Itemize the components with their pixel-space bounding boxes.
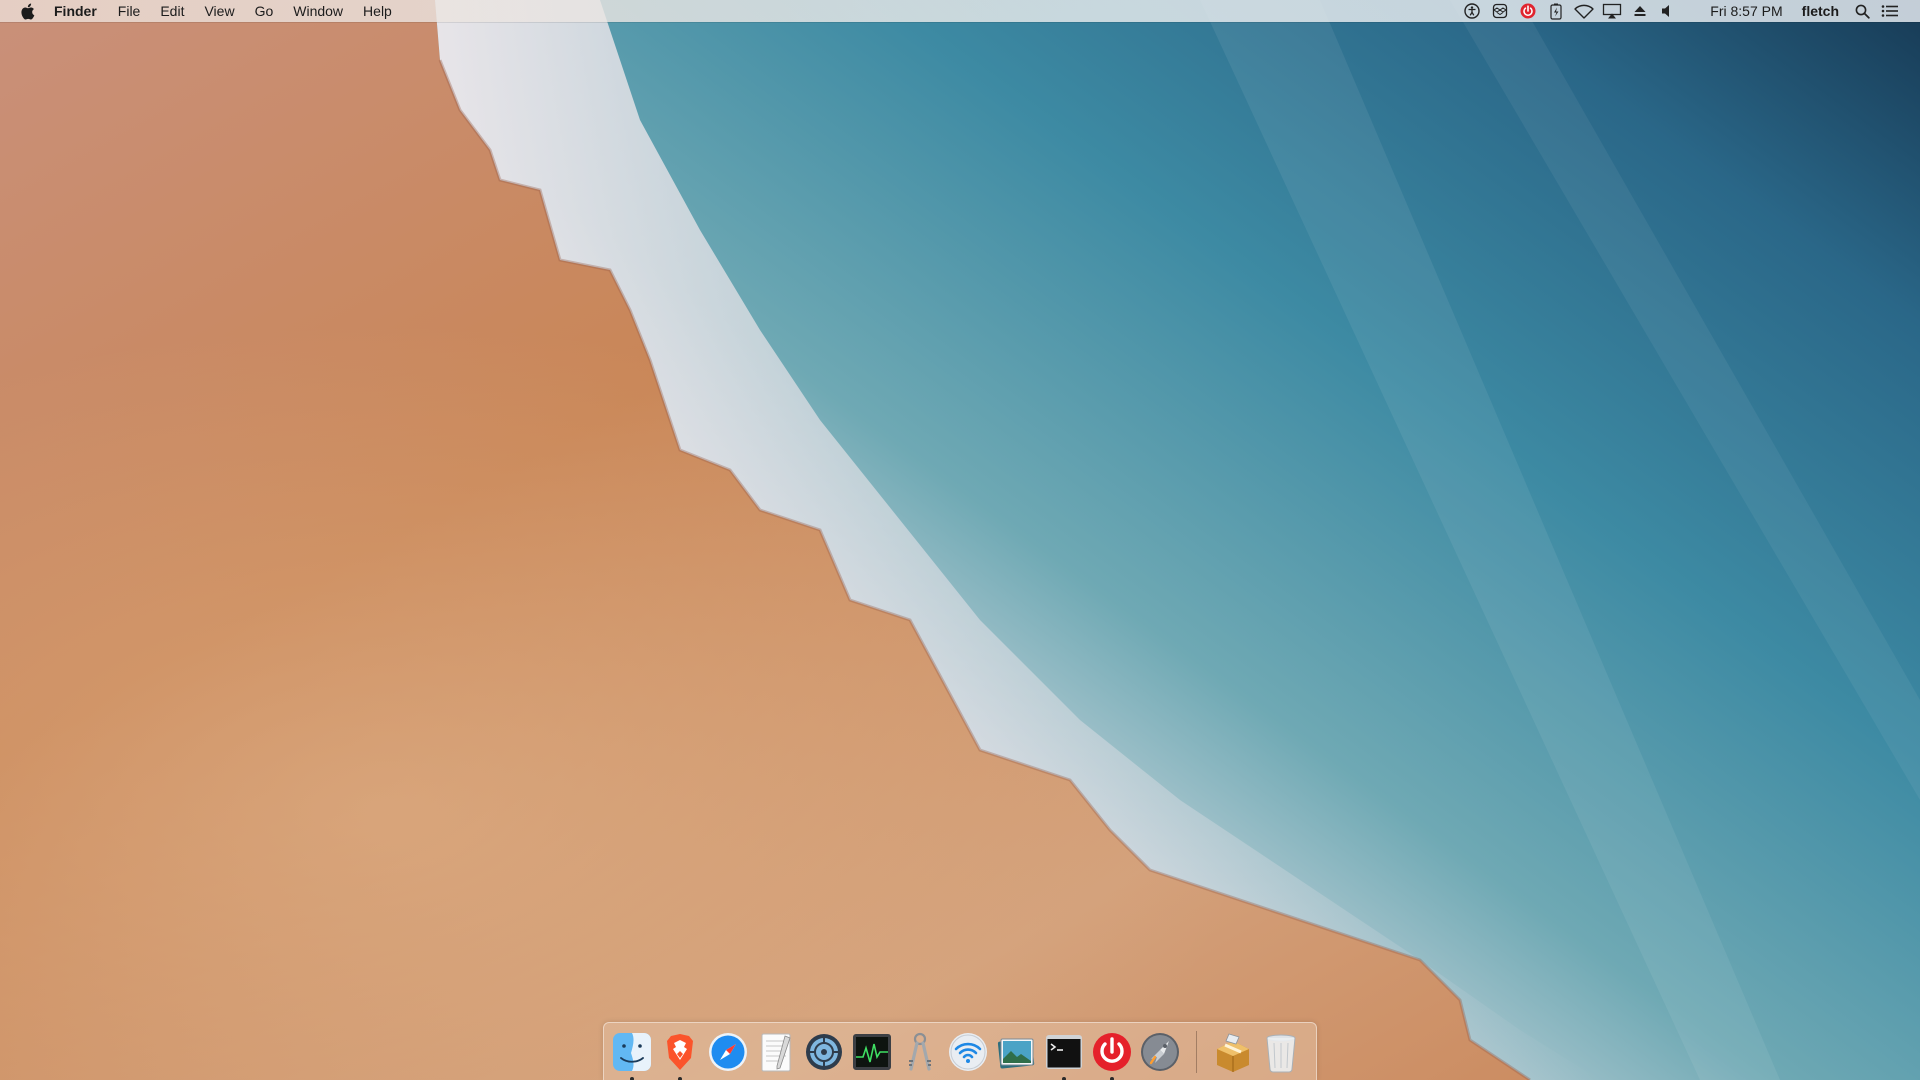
wifi-icon[interactable] bbox=[1574, 2, 1594, 20]
battery-charging-icon[interactable] bbox=[1546, 2, 1566, 20]
installer-package-icon bbox=[1217, 1033, 1249, 1072]
menu-file[interactable]: File bbox=[108, 0, 151, 22]
running-indicator bbox=[630, 1076, 634, 1080]
menu-user-name[interactable]: fletch bbox=[1793, 0, 1848, 22]
dock bbox=[603, 1022, 1317, 1080]
textedit-icon bbox=[761, 1033, 791, 1071]
keychain-access-icon bbox=[909, 1032, 931, 1071]
dock-disk-utility[interactable] bbox=[802, 1030, 846, 1074]
airplay-icon[interactable] bbox=[1602, 2, 1622, 20]
dock-preview[interactable] bbox=[994, 1030, 1038, 1074]
dock-power-app[interactable] bbox=[1090, 1030, 1134, 1080]
dock-wireless-diagnostics[interactable] bbox=[946, 1030, 990, 1074]
dock-keychain-access[interactable] bbox=[898, 1030, 942, 1074]
dock-separator bbox=[1196, 1030, 1197, 1073]
menu-window[interactable]: Window bbox=[283, 0, 353, 22]
brave-browser-icon bbox=[667, 1033, 693, 1070]
wireless-diagnostics-icon bbox=[949, 1032, 987, 1071]
safari-icon bbox=[709, 1032, 747, 1071]
dock-installer-package[interactable] bbox=[1211, 1030, 1255, 1074]
menu-bar: Finder File Edit View Go Window Help Fri… bbox=[0, 0, 1920, 22]
menu-help[interactable]: Help bbox=[353, 0, 402, 22]
dock-trash[interactable] bbox=[1259, 1030, 1303, 1074]
accessibility-icon[interactable] bbox=[1462, 2, 1482, 20]
menu-edit[interactable]: Edit bbox=[150, 0, 194, 22]
volume-icon[interactable] bbox=[1658, 2, 1678, 20]
eject-icon[interactable] bbox=[1630, 2, 1650, 20]
dock-activity-monitor[interactable] bbox=[850, 1030, 894, 1074]
terminal-icon bbox=[1046, 1034, 1082, 1069]
menu-app-name[interactable]: Finder bbox=[54, 0, 108, 22]
menu-bar-right: Fri 8:57 PM fletch bbox=[1458, 0, 1920, 22]
running-indicator bbox=[1062, 1076, 1066, 1080]
menu-bar-left: Finder File Edit View Go Window Help bbox=[0, 0, 402, 22]
activity-monitor-icon bbox=[853, 1033, 891, 1070]
menu-view[interactable]: View bbox=[194, 0, 244, 22]
running-indicator bbox=[678, 1076, 682, 1080]
running-indicator bbox=[1110, 1076, 1114, 1080]
dock-terminal[interactable] bbox=[1042, 1030, 1086, 1080]
spotlight-search-icon[interactable] bbox=[1852, 2, 1872, 20]
menu-go[interactable]: Go bbox=[245, 0, 284, 22]
preview-icon bbox=[997, 1037, 1035, 1069]
menu-clock[interactable]: Fri 8:57 PM bbox=[1700, 0, 1792, 22]
launchpad-icon bbox=[1141, 1032, 1179, 1071]
notification-center-icon[interactable] bbox=[1880, 2, 1900, 20]
trash-icon bbox=[1266, 1034, 1296, 1072]
finder-icon bbox=[613, 1032, 651, 1071]
dock-finder[interactable] bbox=[610, 1030, 654, 1080]
dock-brave-browser[interactable] bbox=[658, 1030, 702, 1080]
dock-textedit[interactable] bbox=[754, 1030, 798, 1074]
dock-safari[interactable] bbox=[706, 1030, 750, 1074]
power-app-icon bbox=[1093, 1032, 1131, 1071]
desktop[interactable]: Finder File Edit View Go Window Help Fri… bbox=[0, 0, 1920, 1080]
power-app-icon[interactable] bbox=[1518, 2, 1538, 20]
dropbox-icon[interactable] bbox=[1490, 2, 1510, 20]
desktop-wallpaper bbox=[0, 0, 1920, 1080]
apple-menu-icon[interactable] bbox=[18, 2, 36, 20]
dock-launchpad[interactable] bbox=[1138, 1030, 1182, 1074]
disk-utility-icon bbox=[806, 1033, 842, 1070]
